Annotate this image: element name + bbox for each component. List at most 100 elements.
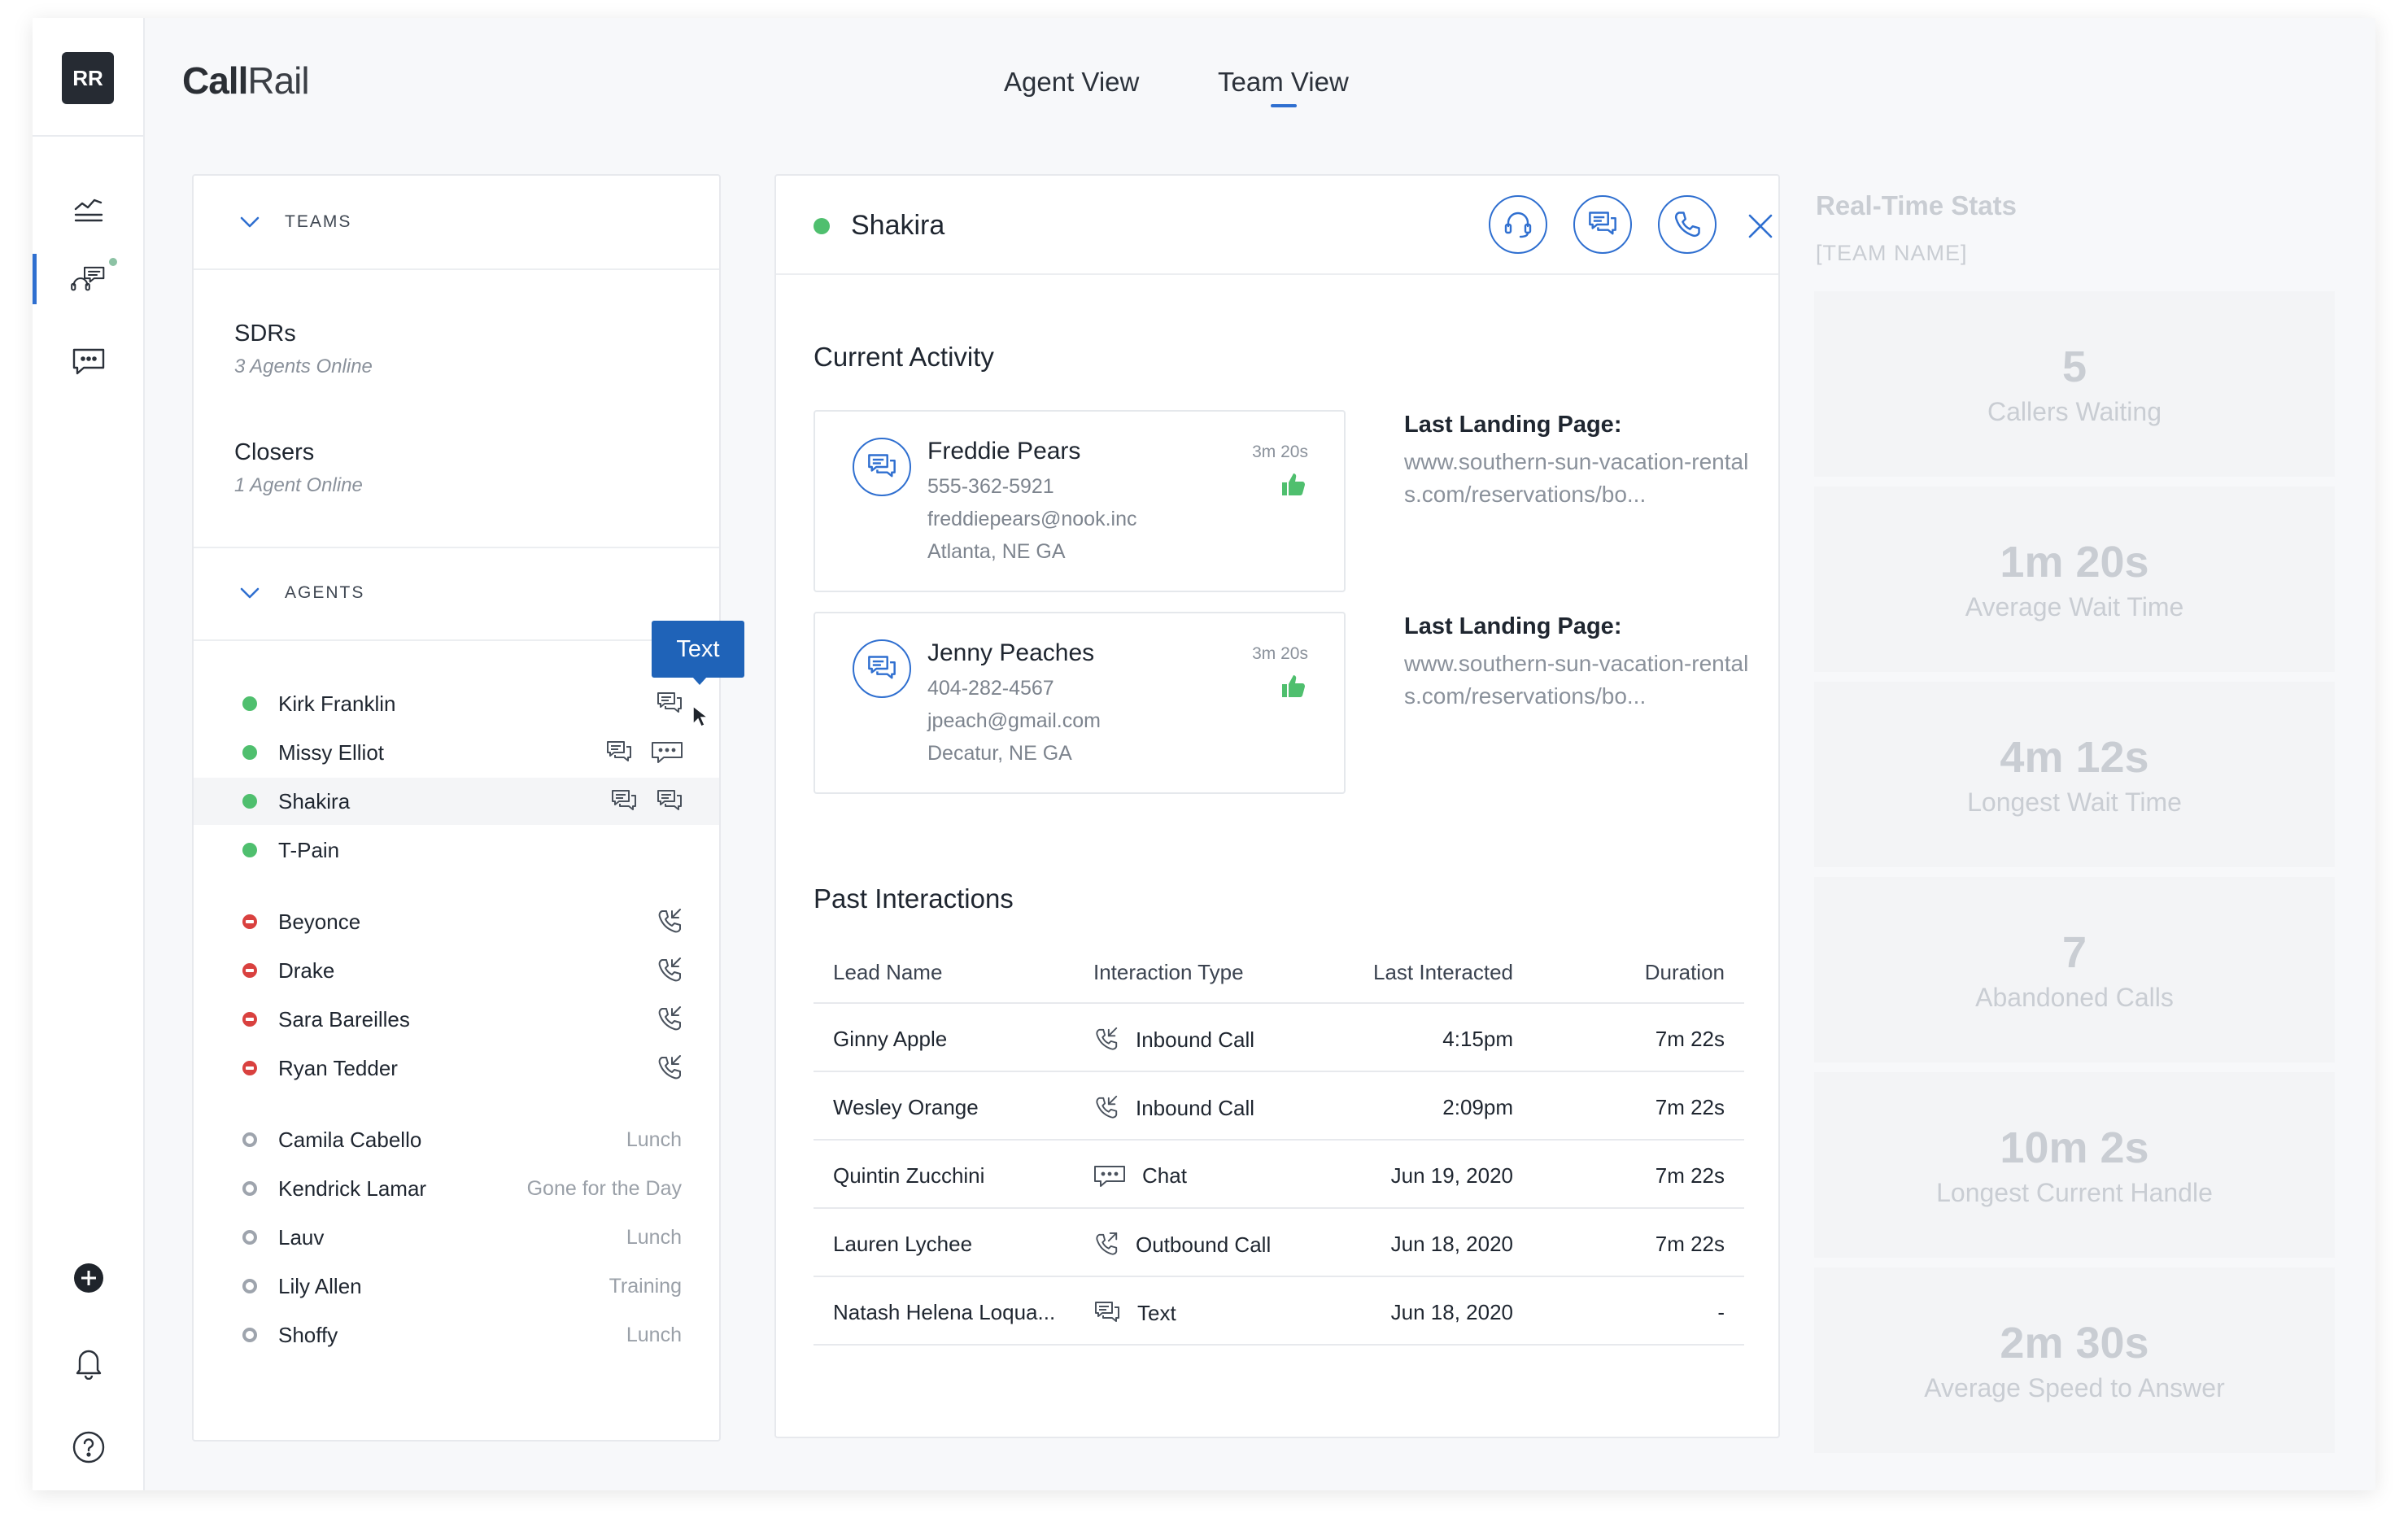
table-row[interactable]: Ginny Apple Inbound Call 4:15pm 7m 22s bbox=[814, 1004, 1744, 1072]
interaction-type-cell: Chat bbox=[1093, 1163, 1187, 1189]
lead-name-cell: Quintin Zucchini bbox=[833, 1163, 985, 1188]
rail-active-indicator bbox=[33, 254, 37, 304]
column-header-interaction-type[interactable]: Interaction Type bbox=[1093, 960, 1244, 985]
chevron-down-icon bbox=[239, 216, 260, 229]
activity-card[interactable]: Freddie Pears 555-362-5921 freddiepears@… bbox=[814, 410, 1346, 592]
agent-activity-icon[interactable] bbox=[68, 259, 109, 299]
text-icon bbox=[1093, 1300, 1121, 1326]
stat-value: 5 bbox=[2061, 342, 2087, 391]
analytics-icon[interactable] bbox=[68, 189, 109, 229]
message-button[interactable] bbox=[1573, 195, 1632, 254]
column-header-duration[interactable]: Duration bbox=[1645, 960, 1725, 985]
table-row[interactable]: Lauren Lychee Outbound Call Jun 18, 2020… bbox=[814, 1209, 1744, 1277]
bell-icon[interactable] bbox=[68, 1342, 109, 1383]
inbound-call-icon[interactable] bbox=[656, 1054, 683, 1082]
help-icon[interactable] bbox=[68, 1427, 109, 1468]
text-tooltip: Text bbox=[652, 621, 744, 685]
lead-phone: 404-282-4567 bbox=[927, 677, 1054, 700]
agent-status-text: Lunch bbox=[626, 1225, 682, 1249]
landing-page-url[interactable]: www.southern-sun-vacation-rentals.com/re… bbox=[1404, 648, 1754, 713]
lead-phone: 555-362-5921 bbox=[927, 475, 1054, 498]
duration-cell: 7m 22s bbox=[1655, 1027, 1725, 1051]
agent-name: Shakira bbox=[278, 788, 351, 813]
agent-name: Lauv bbox=[278, 1224, 325, 1250]
inbound-call-icon[interactable] bbox=[656, 957, 683, 984]
messages-icon[interactable] bbox=[68, 342, 109, 382]
call-button[interactable] bbox=[1658, 195, 1717, 254]
table-row[interactable]: Natash Helena Loqua... Text Jun 18, 2020… bbox=[814, 1277, 1744, 1346]
teams-section-header[interactable]: TEAMS bbox=[194, 176, 719, 268]
agent-row-camila-cabello[interactable]: Camila Cabello Lunch bbox=[194, 1116, 719, 1163]
stat-card-abandoned-calls: 7 Abandoned Calls bbox=[1814, 877, 2335, 1062]
stat-label: Abandoned Calls bbox=[1975, 982, 2174, 1012]
team-item-sdrs[interactable]: SDRs 3 Agents Online bbox=[234, 321, 373, 378]
lead-name-cell: Wesley Orange bbox=[833, 1095, 979, 1119]
agent-row-sara-bareilles[interactable]: Sara Bareilles bbox=[194, 996, 719, 1043]
text-icon[interactable] bbox=[605, 739, 633, 766]
activity-card[interactable]: Jenny Peaches 404-282-4567 jpeach@gmail.… bbox=[814, 612, 1346, 794]
tab-team-view[interactable]: Team View bbox=[1218, 67, 1349, 98]
agent-name: Ryan Tedder bbox=[278, 1055, 398, 1080]
stat-value: 7 bbox=[2061, 927, 2087, 977]
agent-row-shoffy[interactable]: Shoffy Lunch bbox=[194, 1311, 719, 1359]
busy-status-dot bbox=[242, 914, 257, 929]
agent-row-lauv[interactable]: Lauv Lunch bbox=[194, 1214, 719, 1261]
interaction-type-cell: Inbound Call bbox=[1093, 1027, 1254, 1053]
busy-status-dot bbox=[242, 963, 257, 978]
agents-section-header[interactable]: AGENTS bbox=[194, 547, 719, 639]
column-header-last-interacted[interactable]: Last Interacted bbox=[1373, 960, 1513, 985]
agent-row-missy-elliot[interactable]: Missy Elliot bbox=[194, 729, 719, 776]
rail-divider bbox=[33, 135, 145, 137]
agent-row-beyonce[interactable]: Beyonce bbox=[194, 898, 719, 945]
text-icon[interactable] bbox=[610, 788, 638, 814]
landing-page-label: Last Landing Page: bbox=[1404, 613, 1622, 639]
agent-status-text: Lunch bbox=[626, 1128, 682, 1151]
text-icon[interactable] bbox=[656, 691, 683, 717]
team-online-count: 1 Agent Online bbox=[234, 474, 363, 496]
listen-button[interactable] bbox=[1489, 195, 1547, 254]
agent-row-kendrick-lamar[interactable]: Kendrick Lamar Gone for the Day bbox=[194, 1165, 719, 1212]
agent-row-shakira[interactable]: Shakira bbox=[194, 778, 719, 825]
online-status-dot bbox=[242, 745, 257, 760]
table-row[interactable]: Wesley Orange Inbound Call 2:09pm 7m 22s bbox=[814, 1072, 1744, 1141]
stats-title: Real-Time Stats bbox=[1816, 190, 2017, 220]
lead-location: Decatur, NE GA bbox=[927, 742, 1072, 765]
stat-value: 10m 2s bbox=[2000, 1123, 2149, 1172]
column-header-lead-name[interactable]: Lead Name bbox=[833, 960, 942, 985]
table-row[interactable]: Quintin Zucchini Chat Jun 19, 2020 7m 22… bbox=[814, 1141, 1744, 1209]
divider bbox=[194, 639, 719, 641]
stat-card-longest-wait-time: 4m 12s Longest Wait Time bbox=[1814, 682, 2335, 867]
lead-email: jpeach@gmail.com bbox=[927, 709, 1101, 732]
agent-row-kirk-franklin[interactable]: Kirk Franklin bbox=[194, 680, 719, 727]
agent-row-ryan-tedder[interactable]: Ryan Tedder bbox=[194, 1045, 719, 1092]
last-interacted-cell: 4:15pm bbox=[1442, 1027, 1513, 1051]
inbound-call-icon[interactable] bbox=[656, 908, 683, 936]
agent-row-lily-allen[interactable]: Lily Allen Training bbox=[194, 1263, 719, 1310]
interaction-type-label: Inbound Call bbox=[1136, 1095, 1254, 1120]
past-interactions-table: Lead Name Interaction Type Last Interact… bbox=[814, 940, 1744, 1346]
user-avatar[interactable]: RR bbox=[62, 52, 114, 104]
notification-dot bbox=[107, 256, 119, 268]
lead-name: Jenny Peaches bbox=[927, 639, 1095, 666]
agent-status-text: Training bbox=[609, 1274, 682, 1298]
duration-cell: 7m 22s bbox=[1655, 1095, 1725, 1119]
agent-name: Drake bbox=[278, 957, 335, 983]
busy-status-dot bbox=[242, 1061, 257, 1075]
agent-row-t-pain[interactable]: T-Pain bbox=[194, 827, 719, 874]
activity-duration: 3m 20s bbox=[1252, 644, 1308, 663]
chat-icon[interactable] bbox=[651, 740, 683, 765]
tab-agent-view[interactable]: Agent View bbox=[1004, 67, 1139, 98]
landing-page-url[interactable]: www.southern-sun-vacation-rentals.com/re… bbox=[1404, 446, 1754, 511]
last-interacted-cell: 2:09pm bbox=[1442, 1095, 1513, 1119]
inbound-call-icon[interactable] bbox=[656, 1005, 683, 1033]
close-button[interactable] bbox=[1744, 210, 1777, 242]
text-icon[interactable] bbox=[656, 788, 683, 814]
agent-row-drake[interactable]: Drake bbox=[194, 947, 719, 994]
team-item-closers[interactable]: Closers 1 Agent Online bbox=[234, 439, 363, 497]
lead-name-cell: Lauren Lychee bbox=[833, 1232, 973, 1256]
lead-email: freddiepears@nook.inc bbox=[927, 508, 1137, 530]
table-header-row: Lead Name Interaction Type Last Interact… bbox=[814, 940, 1744, 1004]
away-status-dot bbox=[242, 1132, 257, 1147]
add-icon[interactable] bbox=[68, 1258, 109, 1298]
landing-page-label: Last Landing Page: bbox=[1404, 412, 1622, 438]
